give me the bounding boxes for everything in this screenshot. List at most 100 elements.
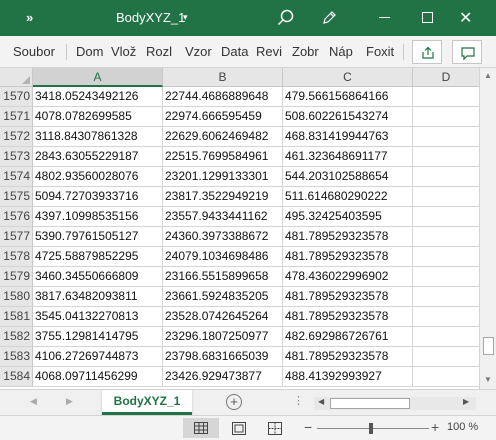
tab-help[interactable]: Náp <box>329 44 361 59</box>
row-header[interactable]: 1584 <box>0 367 33 387</box>
row-header[interactable]: 1579 <box>0 267 33 287</box>
cell-d[interactable] <box>413 147 480 167</box>
cell-a[interactable]: 3545.04132270813 <box>33 307 163 327</box>
cell-d[interactable] <box>413 167 480 187</box>
row-header[interactable]: 1575 <box>0 187 33 207</box>
tab-foxit[interactable]: Foxit <box>366 44 400 59</box>
cell-a[interactable]: 4397.10998535156 <box>33 207 163 227</box>
cell-d[interactable] <box>413 367 480 387</box>
page-layout-icon[interactable] <box>232 422 246 435</box>
comments-button[interactable] <box>452 40 482 64</box>
cell-c[interactable]: 481.789529323578 <box>283 307 413 327</box>
column-header-d[interactable]: D <box>413 68 480 87</box>
cell-a[interactable]: 4802.93560028076 <box>33 167 163 187</box>
previous-sheet-icon[interactable]: ◀ <box>30 396 37 407</box>
cell-c[interactable]: 488.41392993927 <box>283 367 413 387</box>
cell-b[interactable]: 22974.666595459 <box>163 107 283 127</box>
cell-b[interactable]: 23166.5515899658 <box>163 267 283 287</box>
search-icon[interactable] <box>276 8 296 28</box>
row-header[interactable]: 1573 <box>0 147 33 167</box>
cell-c[interactable]: 479.566156864166 <box>283 87 413 107</box>
cell-b[interactable]: 23557.9433441162 <box>163 207 283 227</box>
cell-a[interactable]: 2843.63055229187 <box>33 147 163 167</box>
cell-b[interactable]: 23528.0742645264 <box>163 307 283 327</box>
horizontal-scroll-thumb[interactable] <box>330 398 410 409</box>
column-header-c[interactable]: C <box>283 68 413 87</box>
cell-b[interactable]: 23201.1299133301 <box>163 167 283 187</box>
cell-c[interactable]: 461.323648691177 <box>283 147 413 167</box>
next-sheet-icon[interactable]: ▶ <box>66 396 73 407</box>
cell-d[interactable] <box>413 87 480 107</box>
cell-c[interactable]: 495.32425403595 <box>283 207 413 227</box>
tab-review[interactable]: Revi <box>256 44 286 59</box>
cell-a[interactable]: 4106.27269744873 <box>33 347 163 367</box>
row-header[interactable]: 1583 <box>0 347 33 367</box>
title-chevron-down-icon[interactable]: ▾ <box>183 12 188 23</box>
cell-d[interactable] <box>413 327 480 347</box>
close-button[interactable]: ✕ <box>459 8 472 28</box>
page-break-icon[interactable] <box>268 422 282 435</box>
cell-a[interactable]: 3755.12981414795 <box>33 327 163 347</box>
cell-b[interactable]: 23798.6831665039 <box>163 347 283 367</box>
cell-a[interactable]: 3118.84307861328 <box>33 127 163 147</box>
cell-b[interactable]: 22629.6062469482 <box>163 127 283 147</box>
cell-d[interactable] <box>413 107 480 127</box>
sheet-tab-bodyxyz-1[interactable]: BodyXYZ_1 <box>102 390 192 415</box>
cell-c[interactable]: 468.831419944763 <box>283 127 413 147</box>
scroll-left-arrow-icon[interactable]: ◀ <box>318 397 324 406</box>
cell-c[interactable]: 544.203102588654 <box>283 167 413 187</box>
cell-a[interactable]: 4725.58879852295 <box>33 247 163 267</box>
row-header[interactable]: 1576 <box>0 207 33 227</box>
cell-c[interactable]: 508.602261543274 <box>283 107 413 127</box>
row-header[interactable]: 1580 <box>0 287 33 307</box>
cell-a[interactable]: 4068.09711456299 <box>33 367 163 387</box>
cell-d[interactable] <box>413 247 480 267</box>
cell-c[interactable]: 478.436022996902 <box>283 267 413 287</box>
scroll-up-arrow-icon[interactable]: ▲ <box>484 71 492 80</box>
cell-b[interactable]: 24079.1034698486 <box>163 247 283 267</box>
cell-a[interactable]: 4078.0782699585 <box>33 107 163 127</box>
tab-file[interactable]: Soubor <box>13 44 59 59</box>
row-header[interactable]: 1581 <box>0 307 33 327</box>
zoom-in-button[interactable]: + <box>431 419 439 435</box>
tab-layout[interactable]: Rozl <box>146 44 176 59</box>
cell-c[interactable]: 481.789529323578 <box>283 247 413 267</box>
column-header-b[interactable]: B <box>163 68 283 87</box>
row-header[interactable]: 1577 <box>0 227 33 247</box>
cell-b[interactable]: 22515.7699584961 <box>163 147 283 167</box>
cell-d[interactable] <box>413 227 480 247</box>
row-header[interactable]: 1570 <box>0 87 33 107</box>
cell-d[interactable] <box>413 287 480 307</box>
cell-d[interactable] <box>413 127 480 147</box>
tab-insert[interactable]: Vlož <box>111 44 139 59</box>
pen-icon[interactable] <box>321 10 337 26</box>
cell-a[interactable]: 3817.63482093811 <box>33 287 163 307</box>
zoom-out-button[interactable]: − <box>304 419 312 435</box>
zoom-slider[interactable] <box>317 428 429 429</box>
tab-split-handle-icon[interactable]: ⋮ <box>293 394 304 407</box>
cell-c[interactable]: 481.789529323578 <box>283 287 413 307</box>
tab-home[interactable]: Dom <box>76 44 106 59</box>
cell-a[interactable]: 3460.34550666809 <box>33 267 163 287</box>
cell-b[interactable]: 24360.3973388672 <box>163 227 283 247</box>
tab-data[interactable]: Data <box>221 44 251 59</box>
select-all-corner[interactable] <box>0 68 33 87</box>
normal-view-button[interactable] <box>183 418 219 438</box>
cell-a[interactable]: 3418.05243492126 <box>33 87 163 107</box>
row-header[interactable]: 1582 <box>0 327 33 347</box>
share-button[interactable] <box>412 40 442 64</box>
cell-c[interactable]: 481.789529323578 <box>283 347 413 367</box>
cell-d[interactable] <box>413 267 480 287</box>
cell-b[interactable]: 22744.4686889648 <box>163 87 283 107</box>
cell-d[interactable] <box>413 207 480 227</box>
vertical-scroll-thumb[interactable] <box>483 337 494 355</box>
cell-d[interactable] <box>413 187 480 207</box>
row-header[interactable]: 1572 <box>0 127 33 147</box>
minimize-button[interactable] <box>379 17 390 18</box>
cell-c[interactable]: 511.614680290222 <box>283 187 413 207</box>
scroll-right-arrow-icon[interactable]: ▶ <box>463 397 469 406</box>
window-title[interactable]: BodyXYZ_1 <box>116 10 185 25</box>
scroll-down-arrow-icon[interactable]: ▼ <box>484 375 492 384</box>
row-header[interactable]: 1578 <box>0 247 33 267</box>
zoom-level[interactable]: 100 % <box>447 421 478 433</box>
